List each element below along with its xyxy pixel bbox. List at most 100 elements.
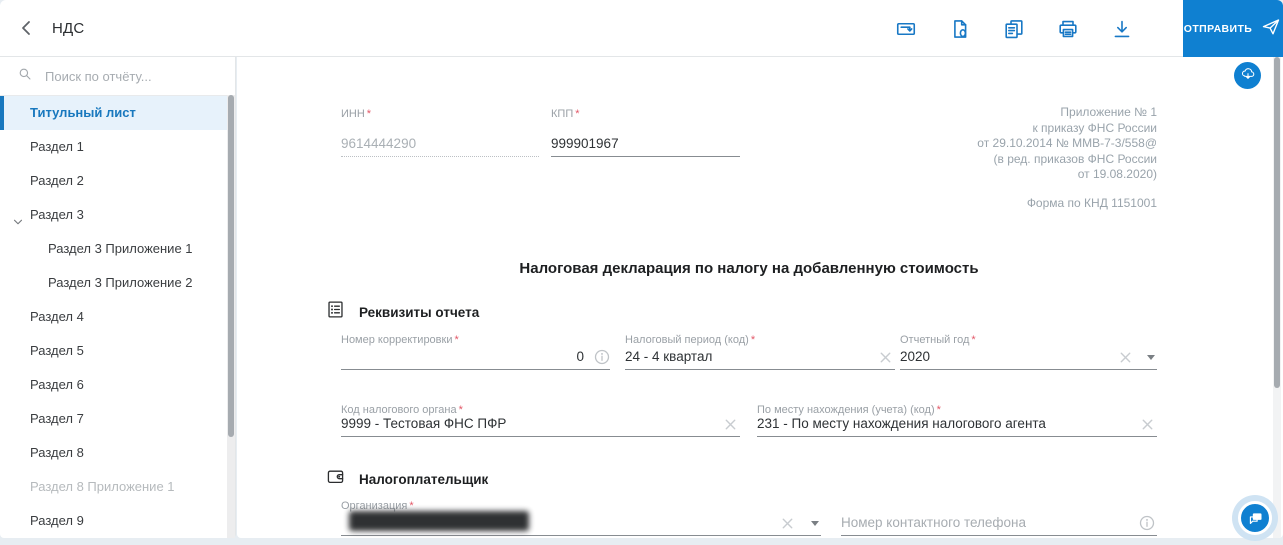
paper-plane-icon: [1260, 16, 1282, 41]
form-code: Форма по КНД 1151001: [1026, 196, 1157, 210]
nullify-report-icon[interactable]: [948, 17, 972, 41]
field-label: По месту нахождения (учета) (код) *: [757, 404, 941, 416]
wallet-icon: [325, 466, 346, 492]
info-icon[interactable]: [1139, 515, 1155, 531]
field-label: Налоговый период (код) *: [625, 334, 756, 346]
clear-icon[interactable]: [1140, 417, 1155, 432]
search-input[interactable]: [43, 67, 217, 85]
sidebar-item-section-8[interactable]: Раздел 8: [0, 436, 235, 470]
report-year-field[interactable]: Отчетный год * 2020: [900, 334, 1157, 370]
sidebar-item-section-9[interactable]: Раздел 9: [0, 504, 235, 538]
nav-label: Раздел 8 Приложение 1: [30, 479, 175, 494]
tax-period-value: 24 - 4 квартал: [625, 349, 713, 364]
legal-note-line: Приложение № 1: [1060, 105, 1157, 119]
correction-number-value: 0: [576, 349, 584, 364]
sidebar: Титульный лист Раздел 1 Раздел 2 Раздел …: [0, 57, 236, 538]
report-details-icon: [325, 299, 346, 325]
nav-label: Раздел 9: [30, 513, 84, 528]
sidebar-item-section-2[interactable]: Раздел 2: [0, 164, 235, 198]
legal-note-line: от 19.08.2020): [1077, 167, 1157, 181]
field-label: Код налогового органа *: [341, 404, 463, 416]
tax-authority-field[interactable]: Код налогового органа * 9999 - Тестовая Ф…: [341, 404, 740, 437]
requisites-section-header: Реквизиты отчета: [325, 299, 479, 325]
tax-authority-value: 9999 - Тестовая ФНС ПФР: [341, 416, 507, 431]
back-button[interactable]: [14, 16, 40, 42]
inn-field: ИНН * 9614444290: [341, 108, 539, 157]
chat-bubbles-icon: [1238, 501, 1272, 535]
dropdown-caret-icon[interactable]: [1147, 355, 1155, 360]
sidebar-item-section-1[interactable]: Раздел 1: [0, 130, 235, 164]
tax-period-field[interactable]: Налоговый период (код) * 24 - 4 квартал: [625, 334, 895, 370]
search-icon: [17, 66, 33, 87]
download-icon[interactable]: [1110, 17, 1134, 41]
send-button-label: ОТПРАВИТЬ: [1183, 22, 1253, 35]
correction-number-field[interactable]: Номер корректировки * 0: [341, 334, 610, 370]
location-code-value: 231 - По месту нахождения налогового аге…: [757, 416, 1046, 431]
nav-label: Титульный лист: [30, 105, 136, 120]
nav-label: Раздел 4: [30, 309, 84, 324]
sidebar-item-title-page[interactable]: Титульный лист: [0, 96, 235, 130]
form-canvas: ИНН * 9614444290 КПП * 999901967 Приложени…: [237, 57, 1283, 538]
nav-label: Раздел 7: [30, 411, 84, 426]
app-window: НДС ОТПРАВИТЬ Поиск по отчёту... Титульн…: [0, 0, 1283, 545]
sidebar-item-section-3-appendix-2[interactable]: Раздел 3 Приложение 2: [0, 266, 235, 300]
inn-value: 9614444290: [341, 136, 417, 151]
clear-icon[interactable]: [723, 417, 738, 432]
field-label: ИНН *: [341, 108, 372, 120]
dropdown-caret-icon[interactable]: [811, 521, 819, 526]
clear-icon[interactable]: [1118, 350, 1133, 365]
sidebar-item-section-7[interactable]: Раздел 7: [0, 402, 235, 436]
report-year-value: 2020: [900, 349, 931, 364]
nav-label: Раздел 1: [30, 139, 84, 154]
organization-field[interactable]: Организация *: [341, 500, 821, 536]
phone-field[interactable]: Номер контактного телефона: [841, 500, 1157, 536]
field-label: Отчетный год *: [900, 334, 976, 346]
nav-label: Раздел 3 Приложение 2: [48, 275, 193, 290]
legal-note-line: к приказу ФНС России: [1032, 120, 1157, 135]
legal-note: Приложение № 1 к приказу ФНС России от 2…: [757, 105, 1157, 183]
taxpayer-section-header: Налогоплательщик: [325, 466, 488, 492]
legal-note-line: (в ред. приказов ФНС России: [993, 151, 1157, 166]
legal-note-line: от 29.10.2014 № ММВ-7-3/558@: [977, 136, 1157, 150]
header: НДС ОТПРАВИТЬ: [0, 0, 1283, 57]
cloud-download-icon: [1239, 65, 1257, 86]
nav-label: Раздел 5: [30, 343, 84, 358]
kpp-field[interactable]: КПП * 999901967: [551, 108, 740, 157]
toolbar: [894, 0, 1134, 57]
page-title: НДС: [52, 20, 85, 37]
sections-nav: Титульный лист Раздел 1 Раздел 2 Раздел …: [0, 96, 235, 538]
send-button[interactable]: ОТПРАВИТЬ: [1183, 0, 1283, 57]
sidebar-item-section-5[interactable]: Раздел 5: [0, 334, 235, 368]
print-icon[interactable]: [1056, 17, 1080, 41]
sidebar-item-section-6[interactable]: Раздел 6: [0, 368, 235, 402]
nav-label: Раздел 3: [30, 207, 84, 222]
copy-report-icon[interactable]: [1002, 17, 1026, 41]
sidebar-scrollbar-thumb[interactable]: [228, 95, 234, 437]
clear-icon[interactable]: [878, 350, 893, 365]
info-icon[interactable]: [594, 349, 610, 365]
nav-label: Раздел 2: [30, 173, 84, 188]
clear-icon[interactable]: [780, 516, 795, 531]
field-label: КПП *: [551, 108, 580, 120]
sidebar-scrollbar[interactable]: [227, 95, 235, 538]
report-search: [0, 57, 235, 96]
sidebar-item-section-3-appendix-1[interactable]: Раздел 3 Приложение 1: [0, 232, 235, 266]
main-scrollbar-thumb[interactable]: [1274, 57, 1280, 388]
nav-label: Раздел 6: [30, 377, 84, 392]
kpp-value: 999901967: [551, 136, 619, 151]
chevron-left-icon: [15, 21, 39, 43]
nav-label: Раздел 8: [30, 445, 84, 460]
sidebar-item-section-3[interactable]: Раздел 3: [0, 198, 235, 232]
section-title: Реквизиты отчета: [359, 304, 480, 320]
sidebar-item-section-4[interactable]: Раздел 4: [0, 300, 235, 334]
section-title: Налогоплательщик: [359, 471, 489, 487]
chat-button[interactable]: [1232, 495, 1278, 541]
cloud-download-button[interactable]: [1234, 62, 1261, 89]
phone-placeholder: Номер контактного телефона: [841, 515, 1027, 530]
declaration-title: Налоговая декларация по налогу на добавл…: [519, 260, 979, 277]
location-code-field[interactable]: По месту нахождения (учета) (код) * 231 -…: [757, 404, 1157, 437]
main-scrollbar[interactable]: [1273, 57, 1281, 538]
move-to-archive-icon[interactable]: [894, 17, 918, 41]
nav-label: Раздел 3 Приложение 1: [48, 241, 193, 256]
sidebar-item-section-8-appendix-1: Раздел 8 Приложение 1: [0, 470, 235, 504]
